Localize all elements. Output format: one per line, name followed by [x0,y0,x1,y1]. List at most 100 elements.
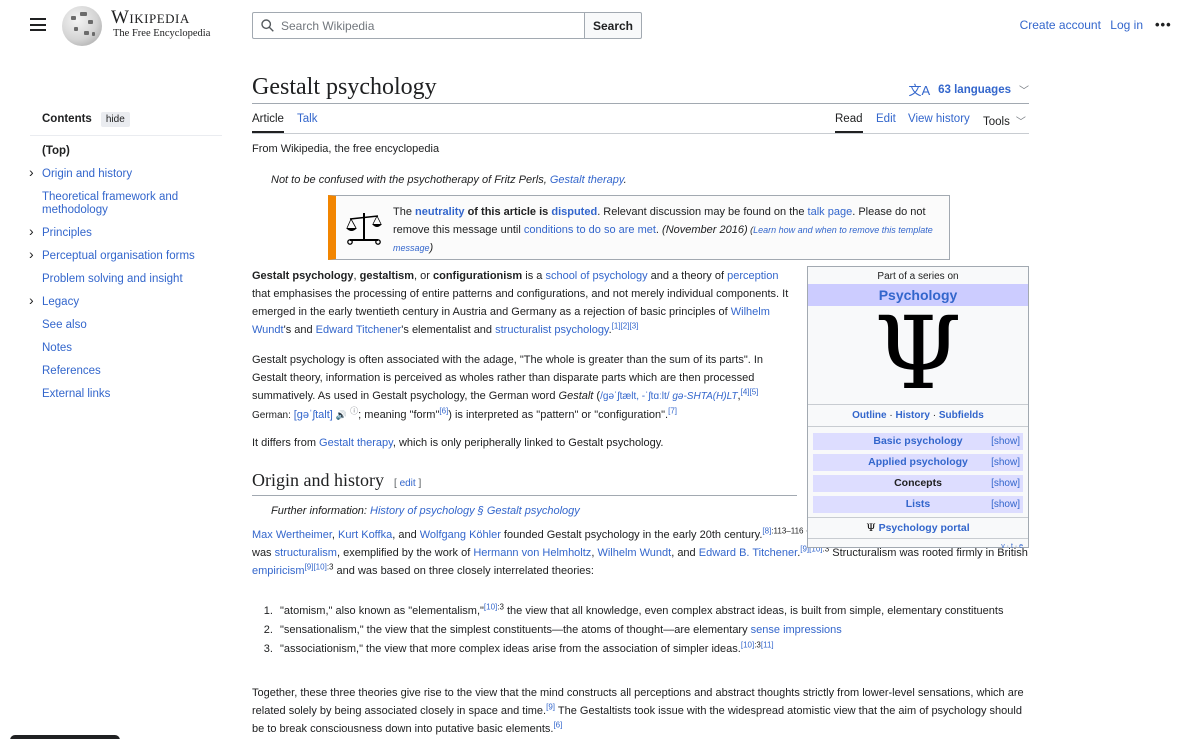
toc-item-label: References [42,365,101,377]
disputed-link[interactable]: disputed [551,206,597,218]
edward-b-titchener-link[interactable]: Edward B. Titchener [699,547,797,559]
german-ipa-link[interactable]: [ɡəˈʃtalt] [294,409,333,421]
toc-item-notes[interactable]: Notes [30,342,222,355]
structuralist-psychology-link[interactable]: structuralist psychology [495,324,609,336]
show-toggle-button[interactable]: [show] [991,496,1020,513]
hatnote-text: Not to be confused with the psychotherap… [271,174,550,186]
tab-edit[interactable]: Edit [876,113,896,131]
citation-link[interactable]: [11] [761,640,774,649]
toc-item-theoretical-framework-and-methodology[interactable]: Theoretical framework and methodology [30,191,222,217]
hermann-von-helmholtz-link[interactable]: Hermann von Helmholtz [473,547,591,559]
show-toggle-button[interactable]: [show] [991,454,1020,471]
toc-item-references[interactable]: References [30,365,222,378]
toc-item-see-also[interactable]: See also [30,319,222,332]
language-icon: 文A [908,83,931,98]
vte-links[interactable]: v · t · e [808,539,1028,550]
max-wertheimer-link[interactable]: Max Wertheimer [252,529,332,541]
chevron-right-icon[interactable]: › [29,224,34,238]
wolfgang-kohler-link[interactable]: Wolfgang Köhler [420,529,501,541]
german-label: German: [252,410,294,421]
structuralism-link[interactable]: structuralism [275,547,337,559]
show-toggle-button[interactable]: [show] [991,433,1020,450]
toc-item-perceptual-organisation-forms[interactable]: › Perceptual organisation forms [29,247,222,263]
neutrality-link[interactable]: neutrality [415,206,465,218]
outline-link[interactable]: Outline [852,410,886,421]
chevron-right-icon[interactable]: › [29,247,34,261]
text: , which is only peripherally linked to G… [392,437,664,449]
toc-item-top[interactable]: (Top) [30,145,222,158]
toc-item-label: Theoretical framework and methodology [42,191,179,216]
text: "atomism," also known as "elementalism," [280,605,484,617]
page-ref: :113–116 [771,526,804,536]
info-icon[interactable]: ⓘ [350,406,358,415]
languages-button[interactable]: 文A 63 languages ﹀ [908,80,1029,99]
create-account-link[interactable]: Create account [1020,18,1101,32]
conditions-link[interactable]: conditions to do so are met [524,224,656,236]
wikipedia-globe-logo[interactable] [62,6,102,46]
empiricism-link[interactable]: empiricism [252,565,305,577]
tab-article[interactable]: Article [252,113,284,133]
citation-link[interactable]: [10] [741,640,754,649]
chevron-right-icon[interactable]: › [29,293,34,307]
toc-item-external-links[interactable]: External links [30,388,222,401]
tab-talk[interactable]: Talk [297,113,317,131]
toc-item-label: Legacy [42,296,80,308]
section-edit-link[interactable]: edit [400,478,416,489]
tab-read[interactable]: Read [835,113,863,133]
infobox-row-label[interactable]: Lists [906,498,931,510]
citation-link[interactable]: [9] [546,702,555,711]
respelling-link[interactable]: gə-SHTA(H)LT [670,391,737,402]
psychology-portal-link[interactable]: Psychology portal [879,522,970,534]
citation-link[interactable]: [7] [668,406,677,415]
tools-menu[interactable]: Tools ﹀ [983,113,1026,134]
history-link[interactable]: History [895,410,929,421]
hamburger-menu-icon[interactable] [30,18,46,31]
text: and a theory of [647,270,728,282]
toc-item-label: Perceptual organisation forms [42,250,195,262]
toc-item-problem-solving-and-insight[interactable]: Problem solving and insight [30,273,222,286]
notice-text-part: The [393,206,416,218]
text: "associationism," the view that more com… [280,643,741,655]
sense-impressions-link[interactable]: sense impressions [751,624,842,636]
ipa-pronunciation-link[interactable]: /ɡəˈʃtælt, -ˈʃtɑːlt/ [600,391,669,402]
article-main: Gestalt psychology 文A 63 languages ﹀ Art… [252,70,1029,735]
infobox-row-label[interactable]: Applied psychology [868,456,968,468]
show-toggle-button[interactable]: [show] [991,475,1020,492]
section-title: Origin and history [252,470,384,490]
toc-hide-button[interactable]: hide [100,111,130,127]
psi-symbol-icon[interactable]: Ψ [808,304,1028,404]
citation-link[interactable]: [10] [484,602,497,611]
infobox-row-label: Concepts [894,477,942,489]
chevron-right-icon[interactable]: › [29,165,34,179]
toc-item-principles[interactable]: › Principles [29,224,222,240]
intro-paragraph-1: Gestalt psychology, gestaltism, or confi… [252,267,797,339]
toc-item-origin-and-history[interactable]: › Origin and history [29,165,222,181]
hatnote-link[interactable]: Gestalt therapy [550,174,624,186]
history-of-psychology-link[interactable]: History of psychology § Gestalt psycholo… [370,505,580,517]
kurt-koffka-link[interactable]: Kurt Koffka [338,529,392,541]
audio-speaker-icon[interactable]: 🔊 [336,410,347,420]
citation-link[interactable]: [6] [439,406,448,415]
citation-link[interactable]: [8] [762,526,771,535]
table-of-contents: Contents hide (Top) › Origin and history Th… [29,110,222,411]
search-input[interactable] [281,13,581,38]
wikipedia-wordmark[interactable]: Wikipedia The Free Encyclopedia [111,8,210,40]
infobox-row-label[interactable]: Basic psychology [873,435,962,447]
tab-view-history[interactable]: View history [908,113,970,131]
gestalt-therapy-link[interactable]: Gestalt therapy [319,437,393,449]
more-options-icon[interactable]: ••• [1155,17,1172,32]
log-in-link[interactable]: Log in [1110,18,1143,32]
school-of-psychology-link[interactable]: school of psychology [545,270,647,282]
wilhelm-wundt-link[interactable]: Wilhelm Wundt [597,547,671,559]
section-edit: [ edit ] [394,478,422,489]
citation-link[interactable]: [1][2][3] [612,321,639,330]
perception-link[interactable]: perception [727,270,778,282]
edward-titchener-link[interactable]: Edward Titchener [316,324,402,336]
citation-link[interactable]: [6] [553,720,562,729]
talk-page-link[interactable]: talk page [808,206,853,218]
citation-link[interactable]: [9][10] [305,562,327,571]
citation-link[interactable]: [4][5] [741,387,759,396]
subfields-link[interactable]: Subfields [939,410,984,421]
toc-item-legacy[interactable]: › Legacy [29,293,222,309]
search-button[interactable]: Search [584,12,642,39]
